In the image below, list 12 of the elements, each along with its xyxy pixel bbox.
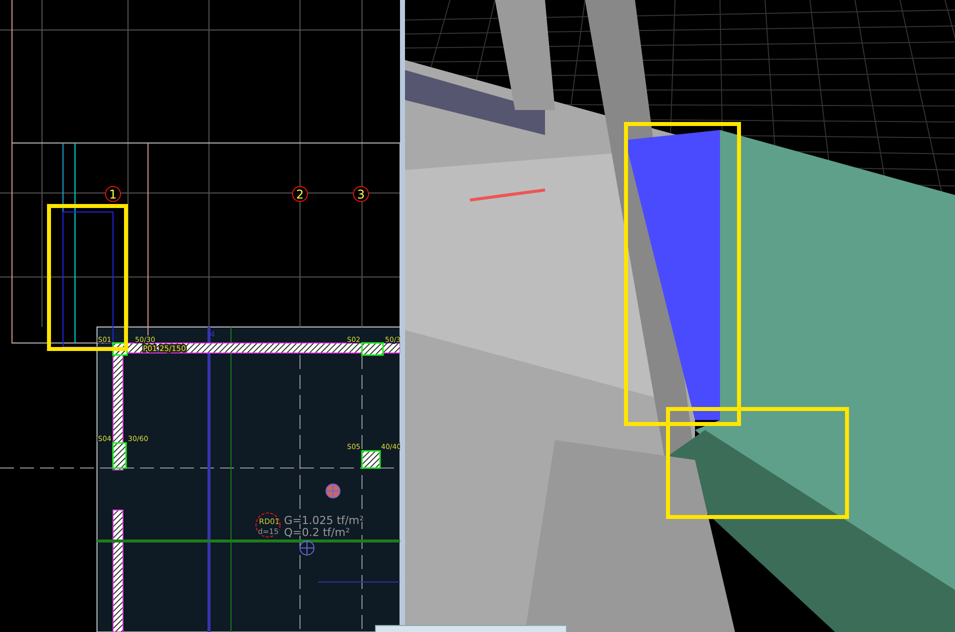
crosshair-icon [300, 540, 314, 556]
window-tab[interactable] [375, 625, 567, 632]
column-drawing [361, 342, 384, 356]
grid-bubble: 1 [105, 186, 121, 202]
axis-label: 4 [210, 330, 216, 339]
column-drawing [361, 450, 381, 469]
grid-bubble: 2 [292, 186, 308, 202]
slab-load: Q=0.2 tf/m² [284, 526, 350, 539]
crosshair-icon [326, 484, 340, 498]
slab-marker-icon [256, 512, 280, 538]
grid-bubble: 3 [353, 186, 369, 202]
column-drawing [112, 442, 127, 469]
